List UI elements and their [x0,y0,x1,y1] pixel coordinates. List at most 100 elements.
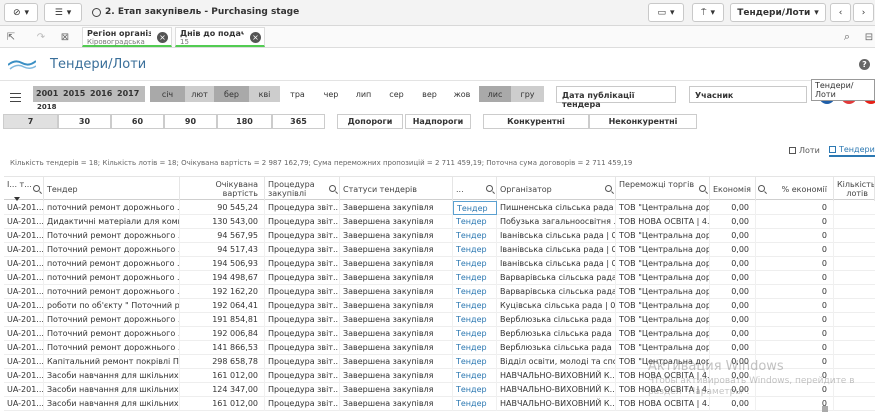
navigation-menu-button[interactable]: ⊘ ▾ [4,3,38,22]
column-header-id[interactable]: І... т... [4,177,44,201]
days-option-60[interactable]: 60 [111,114,164,129]
tender-link[interactable]: Тендер [453,215,497,229]
tender-link[interactable]: Тендер [453,257,497,271]
tender-link[interactable]: Тендер [453,201,497,215]
column-header-lots-count[interactable]: Кількість лотів [834,177,875,201]
selection-chip-region[interactable]: Регіон організа... Кіровоградська × [82,27,172,47]
search-icon[interactable] [329,185,336,192]
help-icon[interactable]: ? [859,59,870,70]
days-option-90[interactable]: 90 [164,114,217,129]
tab-tenders[interactable]: Тендери [829,143,875,157]
above-threshold-filter[interactable]: Надпороги [405,114,471,129]
table-row[interactable]: UA-201... Поточний ремонт дорожнього ... 1… [4,313,875,327]
tender-link[interactable]: Тендер [453,271,497,285]
tender-link[interactable]: Тендер [453,355,497,369]
next-sheet-button[interactable]: › [853,3,874,22]
year-option[interactable]: 2001 [36,89,58,98]
table-row[interactable]: UA-201... поточний ремонт дорожнього ... 1… [4,257,875,271]
previous-sheet-button[interactable]: ‹ [830,3,851,22]
tender-link[interactable]: Тендер [453,285,497,299]
cell-status: Завершена закупівля [340,257,453,271]
month-option[interactable]: сер [379,86,414,102]
year-option[interactable]: 2017 [117,89,139,98]
table-row[interactable]: UA-201... поточний ремонт дорожнього ... 1… [4,285,875,299]
column-header-status[interactable]: Статуси тендерів [340,177,453,201]
search-icon[interactable] [486,185,493,192]
non-competitive-filter[interactable]: Неконкурентні [589,114,697,129]
present-button[interactable]: ▭ ▾ [648,3,684,22]
column-header-expected[interactable]: Очікувана вартість [180,177,265,201]
table-row[interactable]: UA-201... поточний ремонт дорожнього ... 9… [4,201,875,215]
days-option-7[interactable]: 7 [3,114,58,129]
column-header-tender[interactable]: Тендер [44,177,180,201]
selections-tool-icon[interactable]: ⇱ [4,30,18,44]
close-icon[interactable]: × [157,32,168,43]
column-header-economy[interactable]: Економія [710,177,756,201]
search-icon[interactable] [699,185,706,192]
table-row[interactable]: UA-201... Засоби навчання для шкільних ..… [4,397,875,411]
month-option[interactable]: тра [281,86,314,102]
month-option[interactable]: лют [185,86,214,102]
publication-date-filter[interactable]: Дата публікації тендера [556,86,676,109]
below-threshold-filter[interactable]: Допороги [337,114,403,129]
tender-link[interactable]: Тендер [453,243,497,257]
year-option[interactable]: 2018 [37,103,56,111]
month-option[interactable]: лис [479,86,511,102]
month-option[interactable]: жов [445,86,479,102]
table-row[interactable]: UA-201... роботи по об'єкту " Поточний р.… [4,299,875,313]
bookmark-button[interactable]: ⍑ ▾ [692,3,724,22]
column-header-organizer[interactable]: Організатор [497,177,616,201]
close-icon[interactable]: × [250,32,261,43]
column-header-winners[interactable]: Переможці торгів [616,177,710,201]
search-icon[interactable] [605,185,612,192]
column-header-procedure[interactable]: Процедура закупівлі [265,177,340,201]
search-icon[interactable] [758,185,765,192]
month-option[interactable]: гру [511,86,544,102]
tender-link[interactable]: Тендер [453,341,497,355]
days-option-365[interactable]: 365 [272,114,325,129]
table-row[interactable]: UA-201... Поточний ремонт дорожнього ... 9… [4,229,875,243]
cell-procedure: Процедура звіт... [265,299,340,313]
global-menu-button[interactable]: ☰ ▾ [44,3,82,22]
month-option[interactable]: лип [348,86,379,102]
table-row[interactable]: UA-201... Засоби навчання для шкільних ..… [4,383,875,397]
competitive-filter[interactable]: Конкурентні [483,114,589,129]
table-row[interactable]: UA-201... Засоби навчання для шкільних ..… [4,369,875,383]
step-forward-icon[interactable]: ↷ [34,30,48,44]
sheet-selector[interactable]: Тендери/Лоти ▾ [730,3,826,22]
tender-link[interactable]: Тендер [453,313,497,327]
tender-link[interactable]: Тендер [453,299,497,313]
participant-filter[interactable]: Учасник [689,86,807,103]
column-header-economy-pct[interactable]: % економії [756,177,834,201]
smart-search-icon[interactable]: ⊟ [862,30,875,44]
table-row[interactable]: UA-201... поточний ремонт дорожнього ... 1… [4,271,875,285]
table-row[interactable]: UA-201... Капітальний ремонт покрівлі П..… [4,355,875,369]
tender-link[interactable]: Тендер [453,229,497,243]
tender-link[interactable]: Тендер [453,327,497,341]
days-option-30[interactable]: 30 [58,114,111,129]
year-filter[interactable]: 2001 2015 2016 2017 [33,86,145,102]
tab-lots[interactable]: Лоти [789,143,820,157]
year-option[interactable]: 2015 [63,89,85,98]
year-option[interactable]: 2016 [90,89,112,98]
table-row[interactable]: UA-201... Поточний ремонт дорожнього ... 1… [4,341,875,355]
tender-link[interactable]: Тендер [453,397,497,411]
month-option[interactable]: кві [249,86,280,102]
month-option[interactable]: січ [150,86,185,102]
search-icon[interactable]: ⌕ [840,30,854,44]
month-option[interactable]: бер [214,86,249,102]
clear-all-selections-icon[interactable]: ⊠ [58,30,72,44]
month-option[interactable]: вер [414,86,445,102]
month-option[interactable]: чер [314,86,348,102]
scrollbar-handle[interactable] [822,406,828,412]
days-option-180[interactable]: 180 [217,114,272,129]
search-icon[interactable] [33,185,40,192]
selection-chip-days[interactable]: Днів до подачі ... 15 × [175,27,265,47]
tender-link[interactable]: Тендер [453,383,497,397]
column-header-link[interactable]: ... [453,177,497,201]
tender-link[interactable]: Тендер [453,369,497,383]
menu-icon[interactable] [10,93,21,102]
table-row[interactable]: UA-201... Поточний ремонт дорожнього ... 9… [4,243,875,257]
table-row[interactable]: UA-201... Дидактичні матеріали для комп..… [4,215,875,229]
table-row[interactable]: UA-201... Поточний ремонт дорожнього ... 1… [4,327,875,341]
